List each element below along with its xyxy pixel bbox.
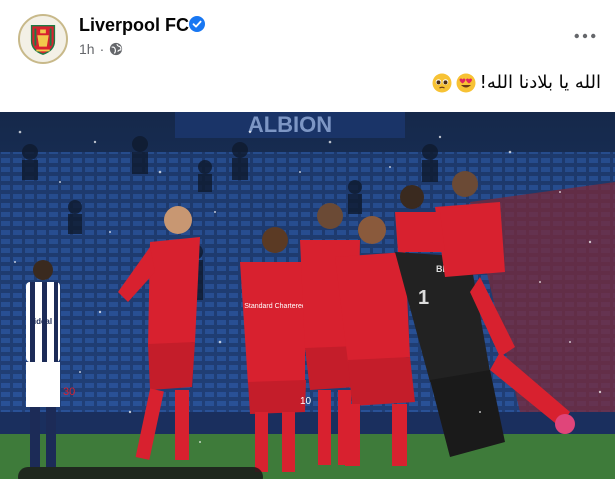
more-options-button[interactable] [571, 22, 599, 50]
post-photo[interactable]: ALBION ideal 30 10 Standard Chartered 1 [0, 112, 615, 479]
liverpool-crest-icon [30, 24, 56, 55]
player-number: 10 [300, 396, 312, 407]
banner-text: ALBION [248, 112, 332, 137]
page-name-link[interactable]: Liverpool FC [79, 15, 189, 36]
celebration-photo: ALBION ideal 30 10 Standard Chartered 1 [0, 112, 615, 479]
post-header: Liverpool FC 1h · الله يا بلادنا الله! [0, 0, 615, 112]
opponent-number: 30 [63, 386, 75, 398]
post-timestamp[interactable]: 1h [79, 41, 95, 57]
globe-icon[interactable] [109, 42, 123, 56]
opponent-sponsor: ideal [34, 317, 52, 326]
facebook-post: Liverpool FC 1h · الله يا بلادنا الله! A… [0, 0, 615, 479]
more-options-icon [574, 33, 596, 39]
shirt-sponsor-text: Standard Chartered [244, 303, 306, 310]
heart-eyes-emoji [456, 73, 476, 92]
goalkeeper-number: 1 [418, 287, 429, 309]
page-avatar[interactable] [18, 14, 68, 64]
caption-text: الله يا بلادنا الله! [479, 72, 601, 93]
post-meta: 1h · [79, 41, 123, 57]
pleading-emoji [432, 73, 452, 92]
photo-overlay-bar [18, 467, 263, 479]
verified-badge-icon [189, 16, 205, 32]
meta-separator: · [99, 41, 105, 57]
post-caption: الله يا بلادنا الله! [432, 72, 601, 93]
